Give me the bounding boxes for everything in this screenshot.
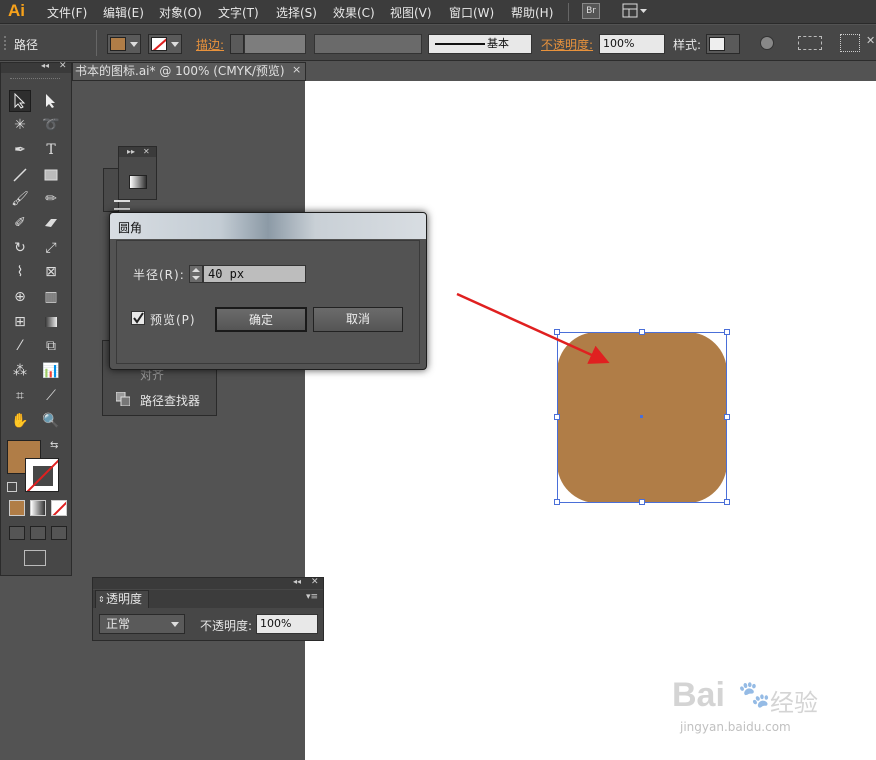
artboard-icon[interactable]: ⌗ bbox=[9, 385, 31, 407]
panel-menu-icon[interactable]: ▾≡ bbox=[306, 592, 318, 602]
transparency-panel-header[interactable]: ◂◂ ✕ bbox=[93, 577, 323, 589]
blend-mode-dropdown[interactable]: 正常 bbox=[99, 614, 185, 634]
ok-button[interactable]: 确定 bbox=[215, 307, 307, 332]
pathfinder-icon[interactable] bbox=[115, 391, 131, 407]
mesh-icon[interactable]: ⊞ bbox=[9, 311, 31, 333]
paw-icon: 🐾 bbox=[738, 680, 771, 710]
type-icon[interactable]: T bbox=[40, 139, 62, 161]
perspective-grid-icon[interactable]: ▥ bbox=[40, 286, 62, 308]
gradient-icon[interactable] bbox=[40, 311, 62, 333]
tools-grip bbox=[10, 78, 60, 80]
collapse-icon[interactable]: ◂◂ bbox=[293, 577, 301, 586]
symbol-sprayer-icon[interactable]: ⁂ bbox=[9, 360, 31, 382]
pencil-icon[interactable]: ✏ bbox=[40, 188, 62, 210]
close-icon[interactable]: ✕ bbox=[59, 61, 67, 71]
preview-label[interactable]: 预览(P) bbox=[150, 311, 196, 328]
draw-inside-icon[interactable] bbox=[51, 526, 67, 540]
eyedropper-icon[interactable]: ⁄ bbox=[9, 335, 31, 357]
transparency-opacity-label: 不透明度: bbox=[200, 619, 253, 633]
warp-icon[interactable]: ⌇ bbox=[9, 261, 31, 283]
stroke-color-box[interactable] bbox=[25, 458, 59, 492]
pen-icon[interactable]: ✒ bbox=[9, 139, 31, 161]
zoom-icon[interactable]: 🔍 bbox=[40, 410, 62, 432]
blend-icon[interactable]: ⧉ bbox=[40, 335, 62, 357]
dialog-title: 圆角 bbox=[118, 221, 143, 235]
default-colors-icon[interactable] bbox=[7, 482, 17, 492]
draw-normal-icon[interactable] bbox=[9, 526, 25, 540]
transparency-tab-label: 透明度 bbox=[106, 592, 143, 606]
expand-icon: ⇕ bbox=[98, 595, 105, 604]
column-graph-icon[interactable]: 📊 bbox=[40, 360, 62, 382]
paintbrush-icon[interactable]: 🖌 bbox=[9, 188, 31, 210]
line-segment-icon[interactable] bbox=[9, 164, 31, 186]
screen-mode-icon[interactable] bbox=[24, 550, 46, 566]
direct-selection-tool-icon[interactable] bbox=[40, 90, 62, 112]
blob-brush-icon[interactable]: ✐ bbox=[9, 212, 31, 234]
watermark-url: jingyan.baidu.com bbox=[680, 720, 791, 734]
close-icon[interactable]: ✕ bbox=[311, 577, 319, 587]
dialog-body bbox=[116, 240, 420, 364]
rectangle-icon[interactable] bbox=[40, 164, 62, 186]
color-mode-icon[interactable] bbox=[9, 500, 25, 516]
watermark-brand-cn: 经验 bbox=[770, 689, 818, 717]
cancel-button[interactable]: 取消 bbox=[313, 307, 403, 332]
preview-checkbox[interactable] bbox=[131, 311, 145, 325]
panel-menu-icon[interactable] bbox=[114, 200, 130, 210]
collapse-icon[interactable]: ◂◂ bbox=[41, 61, 49, 70]
eraser-icon[interactable] bbox=[40, 212, 62, 234]
arrow-to-shape bbox=[456, 292, 610, 364]
radius-spinner[interactable] bbox=[189, 265, 203, 283]
draw-behind-icon[interactable] bbox=[30, 526, 46, 540]
none-mode-icon[interactable] bbox=[51, 500, 67, 516]
selection-tool-icon[interactable] bbox=[9, 90, 31, 112]
free-transform-icon[interactable]: ⊠ bbox=[40, 261, 62, 283]
pathfinder-panel-label[interactable]: 路径查找器 bbox=[140, 392, 200, 409]
radius-label: 半径(R): bbox=[133, 268, 185, 282]
transparency-tab[interactable]: ⇕ 透明度 bbox=[95, 590, 149, 608]
swap-colors-icon[interactable]: ⇆ bbox=[50, 440, 58, 451]
slice-icon[interactable]: ⟋ bbox=[40, 385, 62, 407]
chevron-down-icon bbox=[171, 622, 179, 627]
magic-wand-icon[interactable]: ✳ bbox=[9, 114, 31, 136]
tools-panel-header[interactable]: ◂◂ ✕ bbox=[1, 61, 71, 73]
blend-mode-value: 正常 bbox=[106, 617, 131, 631]
shape-builder-icon[interactable]: ⊕ bbox=[9, 286, 31, 308]
scale-icon[interactable]: ⤢ bbox=[40, 237, 62, 259]
gradient-mode-icon[interactable] bbox=[30, 500, 46, 516]
lasso-icon[interactable]: ➰ bbox=[40, 114, 62, 136]
rotate-icon[interactable]: ↻ bbox=[9, 237, 31, 259]
transparency-opacity-field[interactable]: 100% bbox=[256, 614, 318, 634]
radius-input[interactable]: 40 px bbox=[203, 265, 306, 283]
gradient-panel-icon[interactable] bbox=[129, 175, 147, 189]
watermark-brand: Bai bbox=[672, 676, 725, 714]
dialog-title-bar[interactable] bbox=[110, 213, 426, 239]
hand-icon[interactable]: ✋ bbox=[9, 410, 31, 432]
mini-panel-header[interactable]: ▸▸ ✕ bbox=[119, 147, 156, 157]
